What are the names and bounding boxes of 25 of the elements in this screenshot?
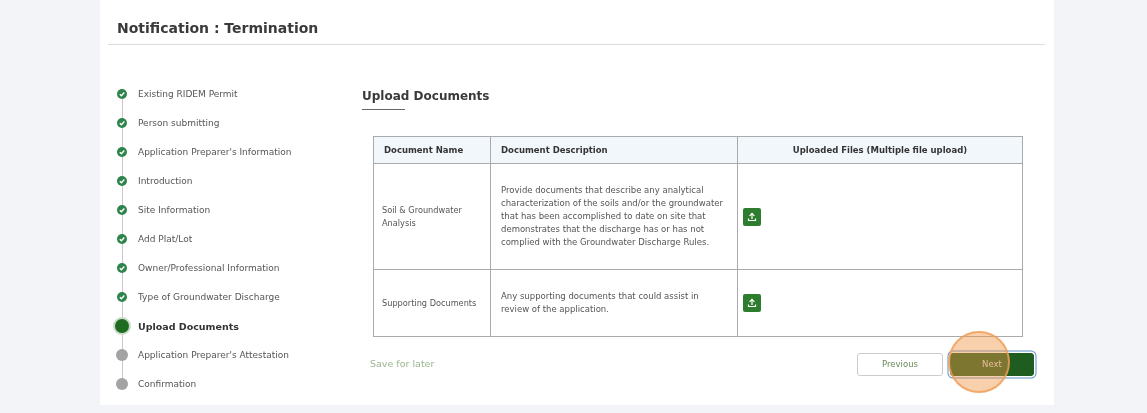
table-cell: Any supporting documents that could assist in review of the application. — [490, 269, 738, 337]
step-label[interactable]: Upload Documents — [138, 320, 239, 332]
step-label[interactable]: Existing RIDEM Permit — [138, 88, 238, 99]
step-label[interactable]: Application Preparer's Information — [138, 146, 292, 157]
step-label[interactable]: Person submitting — [138, 117, 220, 128]
step-label[interactable]: Type of Groundwater Discharge — [138, 292, 280, 303]
column-header: Document Name — [373, 136, 491, 164]
step-label[interactable]: Confirmation — [138, 379, 197, 390]
step-label[interactable]: Site Information — [138, 204, 211, 215]
section-heading: Upload Documents — [362, 89, 491, 103]
upload-icon — [746, 210, 758, 223]
table-cell: Soil & Groundwater Analysis — [373, 163, 491, 270]
upload-button[interactable] — [743, 294, 761, 312]
page-title: Notification : Termination — [116, 19, 320, 38]
step-label[interactable]: Owner/Professional Information — [138, 263, 280, 274]
step-label[interactable]: Add Plat/Lot — [138, 234, 193, 244]
upload-icon — [746, 297, 758, 309]
step-label[interactable]: Introduction — [138, 175, 193, 186]
table-cell: Supporting Documents — [373, 269, 491, 337]
table-cell: Provide documents that describe any analytical characterization of the soils and/or the groundwater that has been accomplished to date on site that demonstrates that the discharge has or has not complied with the Groundwater Discharge Rules. — [490, 163, 738, 270]
step-label[interactable]: Application Preparer's Attestation — [138, 350, 289, 361]
previous-button[interactable]: Previous — [857, 352, 943, 376]
upload-button[interactable] — [743, 207, 761, 226]
column-header: Uploaded Files (Multiple file upload) — [737, 136, 1023, 164]
column-header: Document Description — [490, 136, 738, 164]
